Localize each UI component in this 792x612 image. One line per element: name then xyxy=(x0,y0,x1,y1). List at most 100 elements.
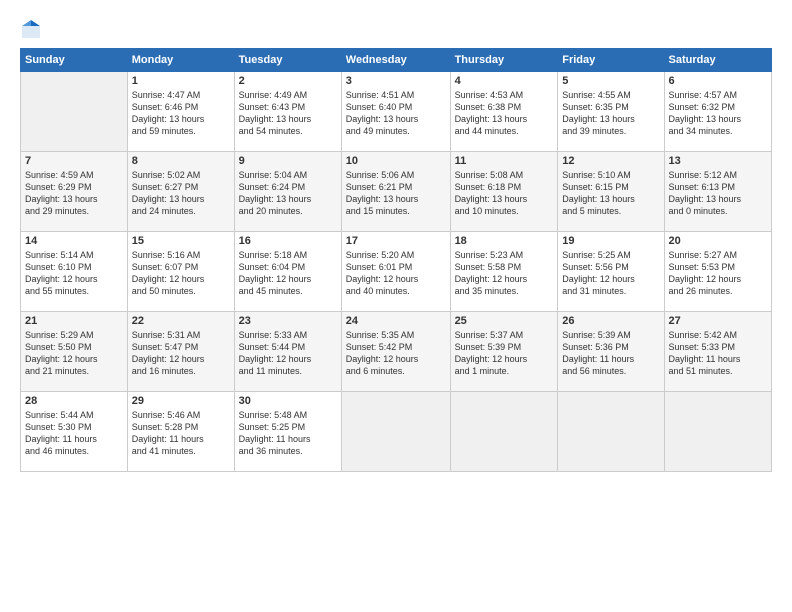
day-info: Sunrise: 5:42 AM Sunset: 5:33 PM Dayligh… xyxy=(669,329,767,378)
day-number: 8 xyxy=(132,155,230,167)
day-info: Sunrise: 5:39 AM Sunset: 5:36 PM Dayligh… xyxy=(562,329,659,378)
day-info: Sunrise: 4:49 AM Sunset: 6:43 PM Dayligh… xyxy=(239,89,337,138)
calendar-cell xyxy=(341,392,450,472)
day-number: 30 xyxy=(239,395,337,407)
calendar-cell: 8 Sunrise: 5:02 AM Sunset: 6:27 PM Daylig… xyxy=(127,152,234,232)
page: SundayMondayTuesdayWednesdayThursdayFrid… xyxy=(0,0,792,612)
day-number: 20 xyxy=(669,235,767,247)
day-number: 3 xyxy=(346,75,446,87)
calendar-cell: 26 Sunrise: 5:39 AM Sunset: 5:36 PM Dayli… xyxy=(558,312,664,392)
day-number: 15 xyxy=(132,235,230,247)
day-info: Sunrise: 4:51 AM Sunset: 6:40 PM Dayligh… xyxy=(346,89,446,138)
calendar-cell: 9 Sunrise: 5:04 AM Sunset: 6:24 PM Daylig… xyxy=(234,152,341,232)
day-info: Sunrise: 5:06 AM Sunset: 6:21 PM Dayligh… xyxy=(346,169,446,218)
calendar-cell: 14 Sunrise: 5:14 AM Sunset: 6:10 PM Dayli… xyxy=(21,232,128,312)
day-number: 7 xyxy=(25,155,123,167)
calendar-cell: 16 Sunrise: 5:18 AM Sunset: 6:04 PM Dayli… xyxy=(234,232,341,312)
week-row-2: 14 Sunrise: 5:14 AM Sunset: 6:10 PM Dayli… xyxy=(21,232,772,312)
calendar-cell: 3 Sunrise: 4:51 AM Sunset: 6:40 PM Daylig… xyxy=(341,72,450,152)
day-info: Sunrise: 5:48 AM Sunset: 5:25 PM Dayligh… xyxy=(239,409,337,458)
calendar-cell: 4 Sunrise: 4:53 AM Sunset: 6:38 PM Daylig… xyxy=(450,72,558,152)
day-info: Sunrise: 5:20 AM Sunset: 6:01 PM Dayligh… xyxy=(346,249,446,298)
calendar-cell: 5Sunrise: 4:55 AM Sunset: 6:35 PM Daylig… xyxy=(558,72,664,152)
calendar-cell: 30 Sunrise: 5:48 AM Sunset: 5:25 PM Dayli… xyxy=(234,392,341,472)
day-number: 19 xyxy=(562,235,659,247)
weekday-header-friday: Friday xyxy=(558,49,664,72)
day-info: Sunrise: 5:16 AM Sunset: 6:07 PM Dayligh… xyxy=(132,249,230,298)
day-info: Sunrise: 4:59 AM Sunset: 6:29 PM Dayligh… xyxy=(25,169,123,218)
calendar-table: SundayMondayTuesdayWednesdayThursdayFrid… xyxy=(20,48,772,472)
day-number: 1 xyxy=(132,75,230,87)
calendar-cell xyxy=(21,72,128,152)
week-row-3: 21 Sunrise: 5:29 AM Sunset: 5:50 PM Dayli… xyxy=(21,312,772,392)
calendar-cell: 28 Sunrise: 5:44 AM Sunset: 5:30 PM Dayli… xyxy=(21,392,128,472)
day-info: Sunrise: 5:44 AM Sunset: 5:30 PM Dayligh… xyxy=(25,409,123,458)
calendar-cell: 19 Sunrise: 5:25 AM Sunset: 5:56 PM Dayli… xyxy=(558,232,664,312)
day-number: 26 xyxy=(562,315,659,327)
day-info: Sunrise: 4:57 AM Sunset: 6:32 PM Dayligh… xyxy=(669,89,767,138)
week-row-4: 28 Sunrise: 5:44 AM Sunset: 5:30 PM Dayli… xyxy=(21,392,772,472)
day-number: 16 xyxy=(239,235,337,247)
calendar-cell: 2 Sunrise: 4:49 AM Sunset: 6:43 PM Daylig… xyxy=(234,72,341,152)
header xyxy=(20,18,772,40)
day-info: Sunrise: 5:18 AM Sunset: 6:04 PM Dayligh… xyxy=(239,249,337,298)
calendar-cell: 23 Sunrise: 5:33 AM Sunset: 5:44 PM Dayli… xyxy=(234,312,341,392)
day-info: Sunrise: 5:27 AM Sunset: 5:53 PM Dayligh… xyxy=(669,249,767,298)
day-number: 27 xyxy=(669,315,767,327)
weekday-header-sunday: Sunday xyxy=(21,49,128,72)
day-number: 14 xyxy=(25,235,123,247)
calendar-cell: 25Sunrise: 5:37 AM Sunset: 5:39 PM Dayli… xyxy=(450,312,558,392)
calendar-cell: 15 Sunrise: 5:16 AM Sunset: 6:07 PM Dayli… xyxy=(127,232,234,312)
calendar-cell xyxy=(450,392,558,472)
calendar-cell: 10 Sunrise: 5:06 AM Sunset: 6:21 PM Dayli… xyxy=(341,152,450,232)
calendar-cell xyxy=(558,392,664,472)
logo xyxy=(20,18,46,40)
calendar-cell: 1Sunrise: 4:47 AM Sunset: 6:46 PM Daylig… xyxy=(127,72,234,152)
day-number: 9 xyxy=(239,155,337,167)
day-info: Sunrise: 4:53 AM Sunset: 6:38 PM Dayligh… xyxy=(455,89,554,138)
day-number: 21 xyxy=(25,315,123,327)
day-number: 17 xyxy=(346,235,446,247)
day-info: Sunrise: 5:35 AM Sunset: 5:42 PM Dayligh… xyxy=(346,329,446,378)
calendar-cell: 22Sunrise: 5:31 AM Sunset: 5:47 PM Dayli… xyxy=(127,312,234,392)
day-info: Sunrise: 5:46 AM Sunset: 5:28 PM Dayligh… xyxy=(132,409,230,458)
calendar-cell xyxy=(664,392,771,472)
day-info: Sunrise: 5:04 AM Sunset: 6:24 PM Dayligh… xyxy=(239,169,337,218)
day-number: 5 xyxy=(562,75,659,87)
day-number: 11 xyxy=(455,155,554,167)
day-info: Sunrise: 5:23 AM Sunset: 5:58 PM Dayligh… xyxy=(455,249,554,298)
weekday-header-tuesday: Tuesday xyxy=(234,49,341,72)
day-number: 10 xyxy=(346,155,446,167)
day-number: 28 xyxy=(25,395,123,407)
day-info: Sunrise: 5:14 AM Sunset: 6:10 PM Dayligh… xyxy=(25,249,123,298)
day-info: Sunrise: 5:31 AM Sunset: 5:47 PM Dayligh… xyxy=(132,329,230,378)
weekday-header-saturday: Saturday xyxy=(664,49,771,72)
day-number: 18 xyxy=(455,235,554,247)
day-info: Sunrise: 5:29 AM Sunset: 5:50 PM Dayligh… xyxy=(25,329,123,378)
day-number: 13 xyxy=(669,155,767,167)
day-info: Sunrise: 5:25 AM Sunset: 5:56 PM Dayligh… xyxy=(562,249,659,298)
calendar-cell: 20 Sunrise: 5:27 AM Sunset: 5:53 PM Dayli… xyxy=(664,232,771,312)
calendar-cell: 17 Sunrise: 5:20 AM Sunset: 6:01 PM Dayli… xyxy=(341,232,450,312)
weekday-header-row: SundayMondayTuesdayWednesdayThursdayFrid… xyxy=(21,49,772,72)
logo-icon xyxy=(20,18,42,40)
day-number: 6 xyxy=(669,75,767,87)
calendar-cell: 11Sunrise: 5:08 AM Sunset: 6:18 PM Dayli… xyxy=(450,152,558,232)
calendar-cell: 24 Sunrise: 5:35 AM Sunset: 5:42 PM Dayli… xyxy=(341,312,450,392)
day-number: 12 xyxy=(562,155,659,167)
calendar-cell: 6 Sunrise: 4:57 AM Sunset: 6:32 PM Daylig… xyxy=(664,72,771,152)
calendar-cell: 12Sunrise: 5:10 AM Sunset: 6:15 PM Dayli… xyxy=(558,152,664,232)
day-number: 23 xyxy=(239,315,337,327)
calendar-cell: 13 Sunrise: 5:12 AM Sunset: 6:13 PM Dayli… xyxy=(664,152,771,232)
weekday-header-thursday: Thursday xyxy=(450,49,558,72)
calendar-cell: 7 Sunrise: 4:59 AM Sunset: 6:29 PM Daylig… xyxy=(21,152,128,232)
week-row-1: 7 Sunrise: 4:59 AM Sunset: 6:29 PM Daylig… xyxy=(21,152,772,232)
calendar-cell: 21 Sunrise: 5:29 AM Sunset: 5:50 PM Dayli… xyxy=(21,312,128,392)
day-number: 4 xyxy=(455,75,554,87)
day-info: Sunrise: 5:33 AM Sunset: 5:44 PM Dayligh… xyxy=(239,329,337,378)
day-info: Sunrise: 5:02 AM Sunset: 6:27 PM Dayligh… xyxy=(132,169,230,218)
day-info: Sunrise: 5:12 AM Sunset: 6:13 PM Dayligh… xyxy=(669,169,767,218)
day-number: 24 xyxy=(346,315,446,327)
day-number: 2 xyxy=(239,75,337,87)
calendar-cell: 29Sunrise: 5:46 AM Sunset: 5:28 PM Dayli… xyxy=(127,392,234,472)
